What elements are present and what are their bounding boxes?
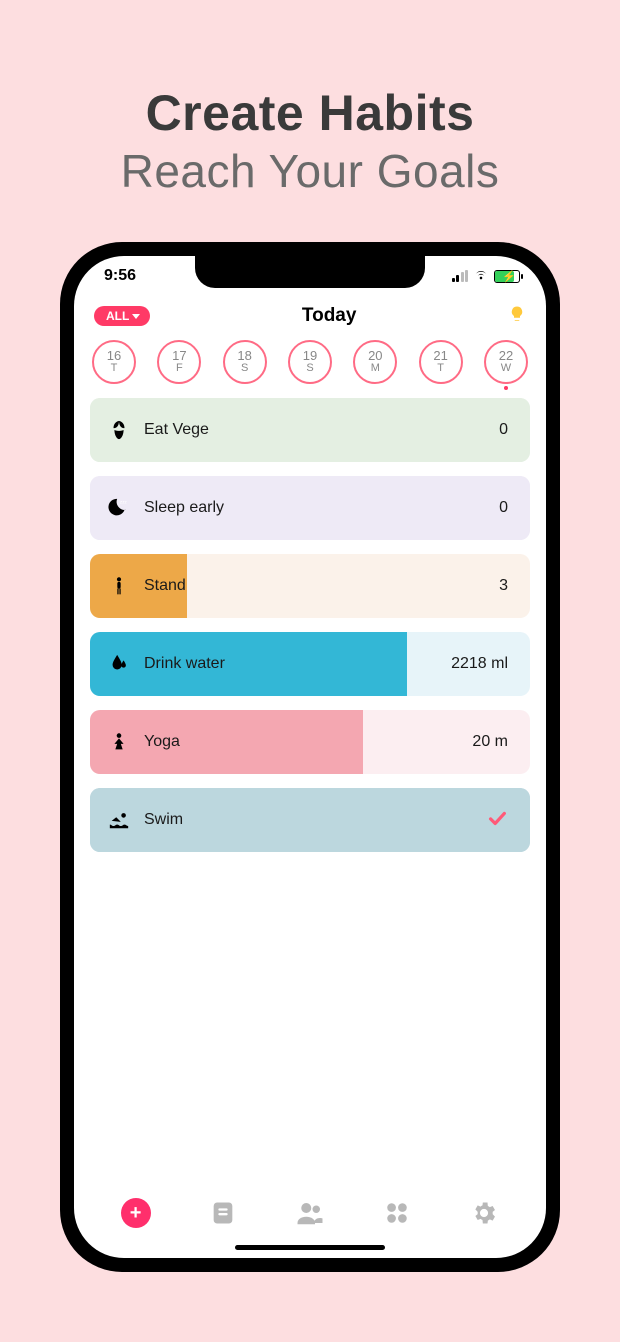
filter-all-label: ALL [106, 309, 129, 323]
status-time: 9:56 [104, 267, 136, 285]
habit-row[interactable]: Yoga 20 m [90, 710, 530, 774]
day-dow: S [241, 363, 248, 375]
check-icon [486, 807, 530, 834]
habit-label: Sleep early [144, 499, 224, 517]
habit-label: Stand [144, 577, 186, 595]
day-dow: S [306, 363, 313, 375]
day-num: 18 [237, 349, 251, 363]
wifi-icon [473, 267, 489, 285]
habit-label: Drink water [144, 655, 225, 673]
habit-value: 3 [499, 577, 530, 595]
day-16[interactable]: 16T [92, 340, 136, 384]
day-dow: T [111, 363, 118, 375]
swim-icon [108, 809, 130, 831]
chevron-down-icon [132, 314, 140, 319]
habit-row[interactable]: Swim [90, 788, 530, 852]
habit-row[interactable]: Drink water 2218 ml [90, 632, 530, 696]
habit-label: Swim [144, 811, 183, 829]
phone-notch [195, 256, 425, 288]
day-num: 20 [368, 349, 382, 363]
day-strip[interactable]: 16T17F18S19S20M21T22W [74, 336, 546, 390]
habit-value: 2218 ml [451, 655, 530, 673]
status-icons: ⚡ [452, 267, 521, 285]
hero-subtitle: Reach Your Goals [121, 144, 500, 198]
plus-icon: + [121, 1198, 151, 1228]
day-22[interactable]: 22W [484, 340, 528, 384]
day-num: 17 [172, 349, 186, 363]
vege-icon [108, 419, 130, 441]
cellular-signal-icon [452, 270, 469, 282]
page-title: Today [302, 305, 357, 327]
marketing-hero: Create Habits Reach Your Goals [121, 0, 500, 198]
day-21[interactable]: 21T [419, 340, 463, 384]
moon-icon: zzz [108, 497, 130, 519]
day-dow: M [371, 363, 380, 375]
tab-social-button[interactable] [293, 1196, 327, 1230]
habit-row[interactable]: Stand 3 [90, 554, 530, 618]
tab-settings-button[interactable] [467, 1196, 501, 1230]
phone-screen: 9:56 ⚡ ALL Today 16T17F18S19S20M21T22W [74, 256, 546, 1258]
lightbulb-icon[interactable] [508, 305, 526, 328]
day-num: 22 [499, 349, 513, 363]
hero-title: Create Habits [121, 84, 500, 142]
day-17[interactable]: 17F [157, 340, 201, 384]
day-dow: F [176, 363, 183, 375]
day-19[interactable]: 19S [288, 340, 332, 384]
home-indicator [235, 1245, 385, 1250]
habit-label: Eat Vege [144, 421, 209, 439]
day-20[interactable]: 20M [353, 340, 397, 384]
yoga-icon [108, 731, 130, 753]
filter-all-button[interactable]: ALL [94, 306, 150, 326]
tab-apps-button[interactable] [380, 1196, 414, 1230]
day-dow: W [501, 363, 511, 375]
svg-text:zzz: zzz [120, 499, 128, 504]
habit-row[interactable]: zzz Sleep early 0 [90, 476, 530, 540]
habit-list: Eat Vege 0 zzz Sleep early 0 Stand 3 Drink wate… [74, 390, 546, 1186]
day-num: 19 [303, 349, 317, 363]
day-18[interactable]: 18S [223, 340, 267, 384]
tab-list-button[interactable] [206, 1196, 240, 1230]
habit-value: 0 [499, 421, 530, 439]
habit-row[interactable]: Eat Vege 0 [90, 398, 530, 462]
tab-add-button[interactable]: + [119, 1196, 153, 1230]
habit-value: 0 [499, 499, 530, 517]
app-header: ALL Today [74, 296, 546, 336]
stand-icon [108, 575, 130, 597]
habit-value: 20 m [472, 733, 530, 751]
habit-label: Yoga [144, 733, 180, 751]
drop-icon [108, 653, 130, 675]
day-dow: T [437, 363, 444, 375]
battery-icon: ⚡ [494, 270, 520, 283]
day-num: 16 [107, 349, 121, 363]
day-num: 21 [433, 349, 447, 363]
phone-frame: 9:56 ⚡ ALL Today 16T17F18S19S20M21T22W [60, 242, 560, 1272]
